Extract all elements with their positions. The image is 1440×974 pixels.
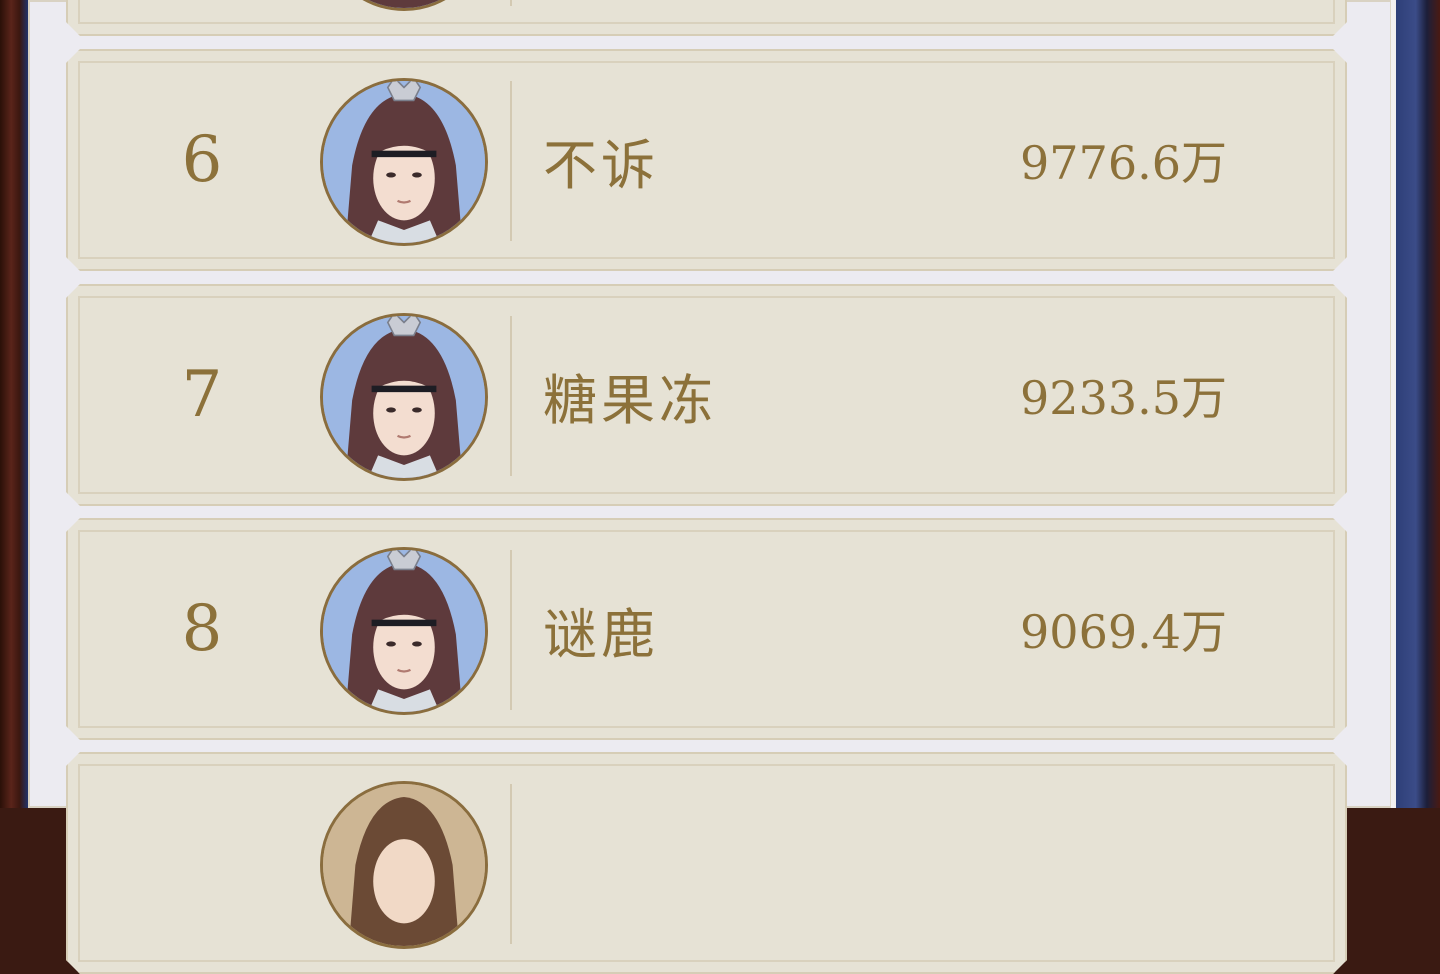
- leaderboard-list[interactable]: 6 不诉 9776.6万 7 糖果冻 9233.5万 8 谜鹿 9069.4万: [66, 0, 1347, 808]
- player-name: 糖果冻: [543, 368, 717, 432]
- leaderboard-row[interactable]: [66, 0, 1347, 36]
- player-score: 9069.4万: [1020, 605, 1227, 659]
- player-name: 不诉: [543, 133, 659, 197]
- row-divider: [510, 0, 512, 6]
- rank-number: [152, 0, 252, 34]
- rank-number: 6: [181, 123, 223, 197]
- left-frame-border: [0, 0, 28, 808]
- right-frame-border: [1396, 0, 1440, 808]
- row-divider: [510, 550, 512, 710]
- character-portrait-icon[interactable]: [320, 781, 488, 949]
- leaderboard-row[interactable]: 7 糖果冻 9233.5万: [66, 284, 1347, 506]
- player-score: 9233.5万: [1020, 371, 1227, 425]
- rank-number: 7: [181, 358, 223, 432]
- leaderboard-row[interactable]: 6 不诉 9776.6万: [66, 49, 1347, 271]
- leaderboard-row[interactable]: 8 谜鹿 9069.4万: [66, 518, 1347, 740]
- character-portrait-icon[interactable]: [320, 313, 488, 481]
- character-portrait-icon[interactable]: [320, 78, 488, 246]
- rank-number: 8: [181, 592, 223, 666]
- character-portrait-icon[interactable]: [320, 0, 488, 11]
- row-divider: [510, 81, 512, 241]
- row-divider: [510, 316, 512, 476]
- player-score: 9776.6万: [1020, 136, 1227, 190]
- row-inner-border: [78, 0, 1335, 24]
- character-portrait-icon[interactable]: [320, 547, 488, 715]
- player-name: 谜鹿: [543, 602, 659, 666]
- row-divider: [510, 784, 512, 944]
- row-inner-border: [78, 764, 1335, 962]
- leaderboard-row[interactable]: [66, 752, 1347, 974]
- rank-number: [152, 754, 252, 972]
